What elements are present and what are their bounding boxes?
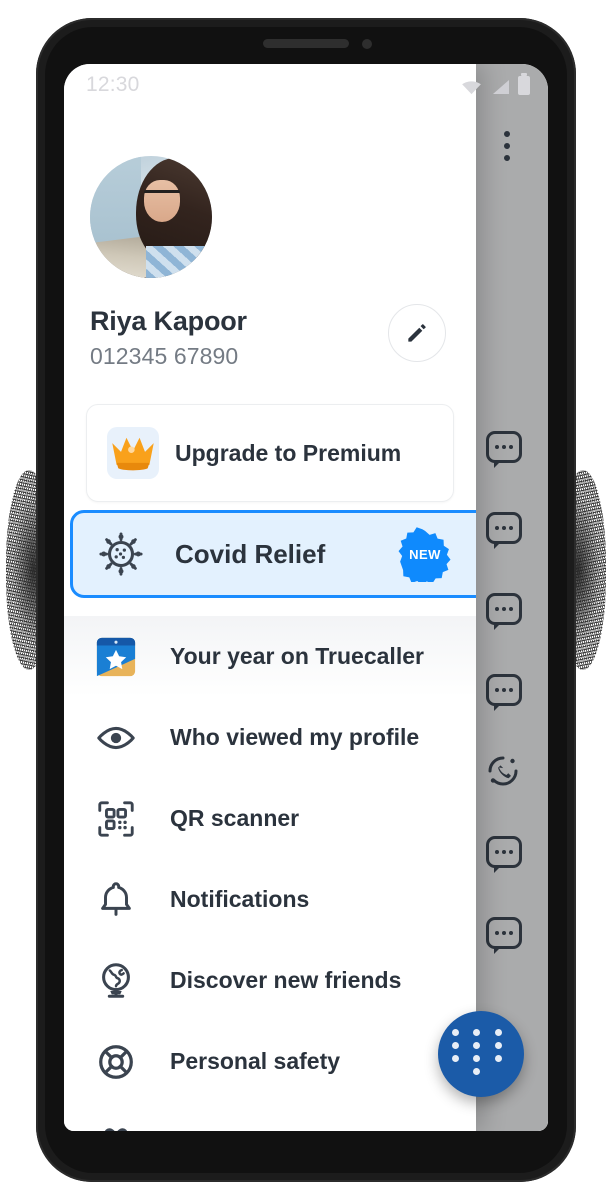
- gift-card-icon: [90, 1122, 142, 1132]
- virus-icon: [95, 531, 147, 577]
- globe-icon: [90, 960, 142, 1002]
- menu-item-label: Who viewed my profile: [170, 724, 419, 751]
- menu-item-your-year-on-truecaller[interactable]: Your year on Truecaller: [64, 616, 476, 697]
- edit-profile-button[interactable]: [388, 304, 446, 362]
- cellular-signal-icon: [490, 79, 510, 95]
- menu-item-label: Personal safety: [170, 1048, 340, 1075]
- bell-icon: [90, 879, 142, 921]
- pencil-icon: [404, 320, 430, 346]
- menu-item-who-viewed-my-profile[interactable]: Who viewed my profile: [64, 697, 476, 778]
- phone-frame: ha ile Sm Mo: [36, 18, 576, 1182]
- premium-label: Upgrade to Premium: [175, 440, 401, 467]
- status-icons: [461, 76, 530, 95]
- avatar[interactable]: [90, 156, 212, 278]
- upgrade-to-premium-card[interactable]: Upgrade to Premium: [86, 404, 454, 502]
- wifi-icon: [461, 80, 482, 95]
- menu-item-label: QR scanner: [170, 805, 299, 832]
- covid-relief-highlight-holder: Covid Relief NEW: [64, 510, 476, 598]
- menu-item-discover-new-friends[interactable]: Discover new friends: [64, 940, 476, 1021]
- screenshot-stage: ha ile Sm Mo: [0, 0, 612, 1200]
- status-bar: 12:30: [64, 64, 548, 106]
- new-badge: NEW: [397, 526, 453, 582]
- menu-item-covid-relief[interactable]: Covid Relief NEW: [70, 510, 476, 598]
- front-camera: [362, 39, 372, 49]
- qr-code-icon: [90, 798, 142, 840]
- menu-item-label: invite friends: [170, 1129, 313, 1131]
- crown-icon: [107, 427, 159, 479]
- menu-item-label: Notifications: [170, 886, 309, 913]
- dialpad-fab-button[interactable]: [438, 1011, 524, 1097]
- phone-screen: ha ile Sm Mo: [64, 64, 548, 1131]
- earpiece-speaker: [263, 39, 349, 48]
- menu-item-label: Your year on Truecaller: [170, 643, 424, 670]
- drawer-menu-list: Your year on Truecaller Who viewed my pr…: [64, 616, 476, 1131]
- drawer-scroll-area[interactable]: Riya Kapoor 012345 67890: [64, 64, 476, 1131]
- menu-item-label: Discover new friends: [170, 967, 401, 994]
- status-time: 12:30: [86, 73, 140, 97]
- eye-icon: [90, 717, 142, 759]
- menu-item-label: Covid Relief: [175, 539, 325, 570]
- menu-item-personal-safety[interactable]: Personal safety: [64, 1021, 476, 1102]
- menu-item-invite-friends[interactable]: invite friends: [64, 1102, 476, 1131]
- navigation-drawer: Riya Kapoor 012345 67890: [64, 64, 476, 1131]
- new-badge-label: NEW: [397, 526, 453, 582]
- year-review-star-icon: [90, 636, 142, 678]
- menu-item-notifications[interactable]: Notifications: [64, 859, 476, 940]
- battery-icon: [518, 76, 530, 95]
- profile-header: Riya Kapoor 012345 67890: [64, 118, 476, 370]
- menu-item-qr-scanner[interactable]: QR scanner: [64, 778, 476, 859]
- lifebuoy-icon: [90, 1041, 142, 1083]
